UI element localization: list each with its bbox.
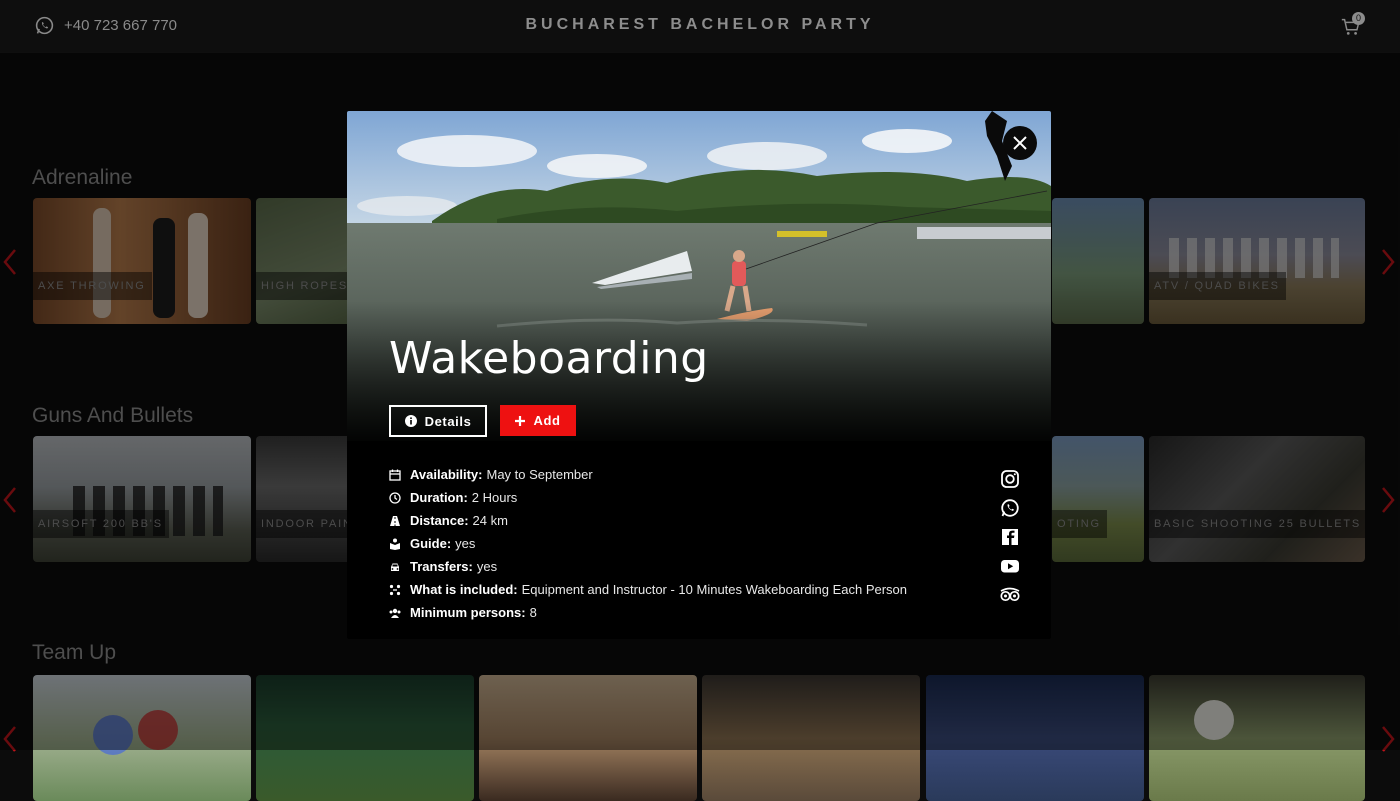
info-transfers: Transfers: yes [389, 555, 907, 578]
guide-icon [390, 538, 400, 550]
close-button[interactable] [1003, 126, 1037, 160]
info-duration: Duration: 2 Hours [389, 486, 907, 509]
info-label: Transfers: [410, 559, 473, 574]
plus-icon [515, 415, 526, 426]
calendar-icon [389, 469, 401, 481]
add-button-label: Add [533, 413, 561, 428]
whatsapp-icon[interactable] [999, 497, 1021, 519]
info-label: Duration: [410, 490, 468, 505]
instagram-icon[interactable] [999, 468, 1021, 490]
add-button[interactable]: Add [500, 405, 576, 436]
activity-modal: Wakeboarding Details Add Availability: M… [347, 111, 1051, 639]
users-icon [389, 608, 401, 618]
info-value: 24 km [472, 513, 508, 528]
facebook-icon[interactable] [999, 526, 1021, 548]
info-value: 2 Hours [471, 490, 518, 505]
info-label: Minimum persons: [410, 605, 526, 620]
car-icon [391, 563, 399, 571]
info-availability: Availability: May to September [389, 463, 907, 486]
youtube-icon[interactable] [999, 555, 1021, 577]
close-icon [1013, 136, 1027, 150]
modal-title: Wakeboarding [389, 333, 709, 384]
info-value: yes [476, 559, 498, 574]
info-value: Equipment and Instructor - 10 Minutes Wa… [521, 582, 908, 597]
info-value: May to September [486, 467, 593, 482]
info-icon [404, 415, 417, 427]
site-header: +40 723 667 770 BUCHAREST BACHELOR PARTY… [0, 0, 1400, 53]
site-title[interactable]: BUCHAREST BACHELOR PARTY [0, 16, 1400, 34]
info-label: Availability: [410, 467, 483, 482]
tripadvisor-icon[interactable] [999, 584, 1021, 606]
road-icon [390, 515, 400, 526]
info-label: What is included: [410, 582, 518, 597]
details-button[interactable]: Details [389, 405, 487, 437]
info-distance: Distance: 24 km [389, 509, 907, 532]
info-label: Guide: [410, 536, 452, 551]
info-value: 8 [529, 605, 537, 620]
social-links [999, 468, 1021, 613]
activity-info-list: Availability: May to September Duration:… [389, 463, 907, 624]
included-icon [389, 584, 401, 595]
cart-count-badge: 0 [1352, 12, 1365, 25]
info-guide: Guide: yes [389, 532, 907, 555]
info-label: Distance: [410, 513, 469, 528]
details-button-label: Details [424, 413, 472, 429]
info-minimum-persons: Minimum persons: 8 [389, 601, 907, 624]
clock-icon [389, 491, 401, 504]
info-what-is-included: What is included: Equipment and Instruct… [389, 578, 907, 601]
info-value: yes [455, 536, 476, 551]
